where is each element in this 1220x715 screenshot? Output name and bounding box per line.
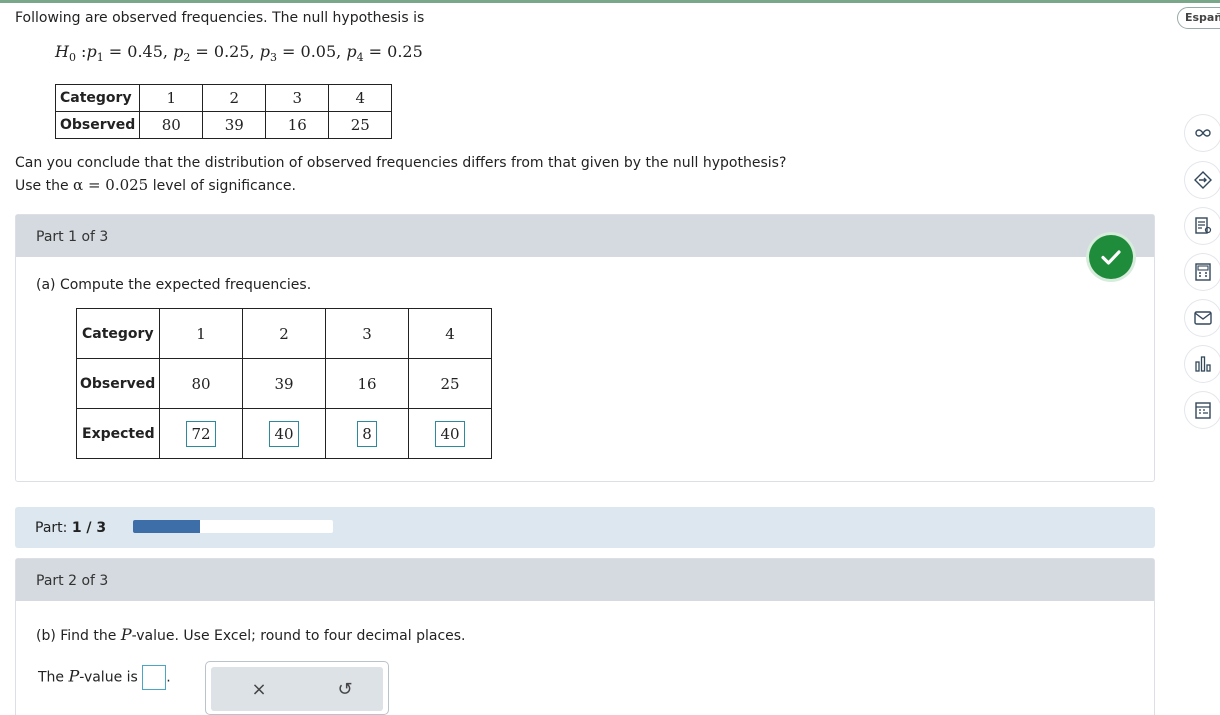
calculator-icon[interactable]	[1185, 254, 1220, 290]
table-row: Category 1 2 3 4	[54, 84, 393, 112]
table-row: Observed 80 39 16 25	[54, 111, 393, 139]
table-row: Observed 80 39 16 25	[76, 358, 492, 409]
correct-check-icon	[1089, 235, 1133, 279]
row-label-category: Category	[76, 308, 160, 359]
table-cell: 25	[328, 111, 393, 139]
mail-icon[interactable]	[1185, 300, 1220, 336]
row-label-observed: Observed	[76, 358, 160, 409]
table-cell: 25	[408, 358, 492, 409]
question-line-2: Use the α = 0.025 level of significance.	[15, 176, 296, 194]
notes-icon[interactable]	[1185, 208, 1220, 244]
table-cell: 80	[159, 358, 243, 409]
part-1-panel: Part 1 of 3 (a) Compute the expected fre…	[15, 214, 1155, 482]
table-row: Expected 72 40 8 40	[76, 408, 492, 459]
expected-answer-input[interactable]: 72	[186, 420, 216, 447]
table-cell: 1	[139, 84, 204, 112]
table-cell: 80	[139, 111, 204, 139]
question-line-1: Can you conclude that the distribution o…	[15, 155, 787, 171]
progress-value: 1 / 3	[71, 520, 107, 536]
top-accent-bar	[0, 0, 1220, 3]
progress-bar-fill	[133, 520, 200, 533]
progress-bar	[133, 520, 333, 533]
expected-answer-input[interactable]: 40	[269, 420, 299, 447]
table-cell: 2	[242, 308, 326, 359]
table-cell: 39	[202, 111, 267, 139]
expected-answer-input[interactable]: 40	[435, 420, 465, 447]
table-cell: 39	[242, 358, 326, 409]
chart-icon[interactable]	[1185, 346, 1220, 382]
table-cell: 16	[325, 358, 409, 409]
part-2-panel: Part 2 of 3 (b) Find the P-value. Use Ex…	[15, 558, 1155, 715]
table-cell: 8	[325, 408, 409, 459]
table-cell: 40	[242, 408, 326, 459]
part-progress: Part: 1 / 3	[15, 507, 1155, 548]
part-2-prompt: (b) Find the P-value. Use Excel; round t…	[36, 625, 466, 644]
answer-tools-panel: × ↺	[205, 661, 389, 715]
row-label-observed: Observed	[54, 111, 141, 139]
undo-icon[interactable]: ↺	[333, 677, 357, 701]
clear-icon[interactable]: ×	[247, 677, 271, 701]
table-cell: 2	[202, 84, 267, 112]
table-row: Category 1 2 3 4	[76, 308, 492, 359]
progress-label: Part: 1 / 3	[35, 520, 107, 536]
row-label-expected: Expected	[76, 408, 160, 459]
observed-frequency-table: Category 1 2 3 4 Observed 80 39 16 25	[54, 84, 393, 139]
p-value-answer-row: The P-value is .	[38, 665, 171, 690]
table-cell: 72	[159, 408, 243, 459]
expected-frequency-table: Category 1 2 3 4 Observed 80 39 16 25 Ex…	[76, 308, 492, 459]
question-text: Can you conclude that the distribution o…	[15, 152, 786, 197]
table-cell: 3	[265, 84, 330, 112]
tag-icon[interactable]	[1185, 162, 1220, 198]
p-value-input[interactable]	[142, 665, 167, 690]
expected-answer-input[interactable]: 8	[357, 420, 377, 447]
table-cell: 40	[408, 408, 492, 459]
infinity-icon[interactable]	[1185, 115, 1220, 151]
row-label-category: Category	[54, 84, 141, 112]
table-cell: 16	[265, 111, 330, 139]
part-1-prompt: (a) Compute the expected frequencies.	[36, 277, 312, 293]
table-cell: 3	[325, 308, 409, 359]
table-cell: 4	[408, 308, 492, 359]
null-hypothesis: H0 :p1 = 0.45, p2 = 0.25, p3 = 0.05, p4 …	[55, 42, 423, 65]
calendar-icon[interactable]	[1185, 392, 1220, 428]
table-cell: 4	[328, 84, 393, 112]
part-2-header[interactable]: Part 2 of 3	[16, 559, 1154, 601]
table-cell: 1	[159, 308, 243, 359]
part-1-header[interactable]: Part 1 of 3	[16, 215, 1154, 257]
language-toggle-button[interactable]: Españo	[1177, 7, 1220, 29]
alpha-value: α = 0.025	[73, 176, 149, 194]
intro-text: Following are observed frequencies. The …	[15, 10, 425, 26]
